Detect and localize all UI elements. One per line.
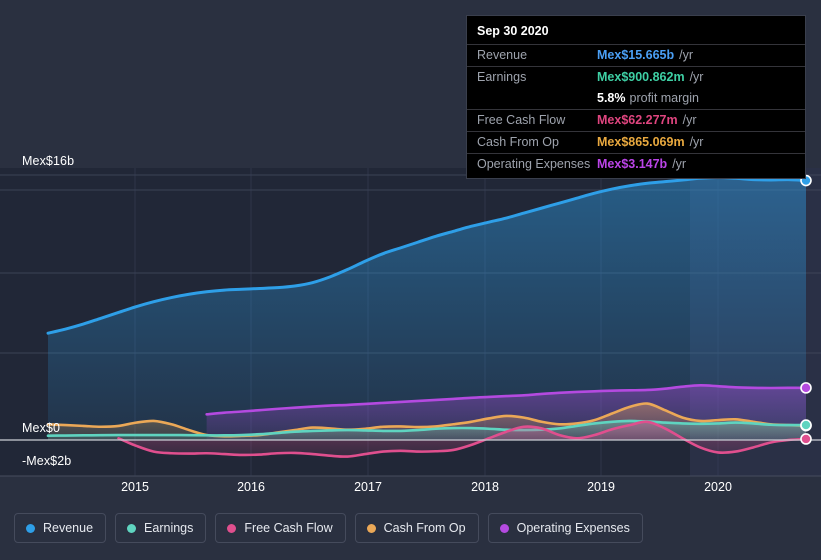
tooltip-row: Revenue Mex$15.665b/yr [467, 44, 805, 66]
x-axis-tick-2020: 2020 [704, 480, 732, 494]
tooltip-row-value: Mex$62.277m [597, 113, 678, 127]
tooltip-row-label: Free Cash Flow [477, 113, 566, 127]
tooltip-row-unit: /yr [689, 70, 704, 84]
x-axis-tick-2017: 2017 [354, 480, 382, 494]
tooltip-date: Sep 30 2020 [477, 24, 549, 38]
financial-chart: Mex$16b Mex$0 -Mex$2b 2015 2016 2017 2018 20… [0, 0, 821, 560]
legend-dot-icon [227, 523, 237, 533]
x-axis-tick-2018: 2018 [471, 480, 499, 494]
tooltip-row: Cash From Op Mex$865.069m/yr [467, 131, 805, 153]
legend-item-label: Free Cash Flow [244, 521, 333, 535]
legend-item-label: Operating Expenses [516, 521, 630, 535]
legend-dot-icon [127, 523, 137, 533]
tooltip-row-value: Mex$900.862m [597, 70, 685, 84]
endpoint-marker-earnings[interactable] [800, 419, 812, 431]
legend-item-label: Cash From Op [383, 521, 466, 535]
endpoint-marker-free-cash-flow[interactable] [800, 433, 812, 445]
legend-item-earnings[interactable]: Earnings [115, 513, 207, 543]
tooltip-rows: Revenue Mex$15.665b/yr Earnings Mex$900.862… [467, 44, 805, 175]
tooltip-row-value: 5.8% [597, 91, 626, 105]
tooltip-row: 5.8% profit margin [467, 88, 805, 109]
legend-item-free-cash-flow[interactable]: Free Cash Flow [215, 513, 346, 543]
tooltip-row-label: Earnings [477, 70, 527, 84]
endpoint-marker-operating-expenses[interactable] [800, 382, 812, 394]
chart-legend[interactable]: Revenue Earnings Free Cash Flow Cash From O… [14, 513, 643, 543]
legend-dot-icon [366, 523, 376, 533]
y-axis-label-top: Mex$16b [22, 154, 75, 168]
tooltip-row-unit: /yr [682, 113, 697, 127]
x-axis-tick-2019: 2019 [587, 480, 615, 494]
tooltip-row: Earnings Mex$900.862m/yr [467, 66, 805, 88]
tooltip-row-label: Cash From Op [477, 135, 559, 149]
y-axis-label-zero: Mex$0 [22, 421, 61, 435]
x-axis-tick-2015: 2015 [121, 480, 149, 494]
legend-dot-icon [26, 523, 35, 533]
legend-dot-icon [499, 523, 509, 533]
tooltip-row-unit: /yr [689, 135, 704, 149]
y-axis-label-bottom: -Mex$2b [22, 454, 72, 468]
tooltip-row-label: Operating Expenses [477, 157, 591, 171]
legend-item-label: Earnings [144, 521, 194, 535]
data-tooltip: Sep 30 2020 Revenue Mex$15.665b/yr Earning… [466, 15, 806, 179]
legend-item-operating-expenses[interactable]: Operating Expenses [487, 513, 643, 543]
tooltip-row: Operating Expenses Mex$3.147b/yr [467, 153, 805, 175]
tooltip-row-unit: /yr [672, 157, 687, 171]
tooltip-row-label: Revenue [477, 48, 528, 62]
legend-item-label: Revenue [43, 521, 94, 535]
legend-item-cash-from-op[interactable]: Cash From Op [354, 513, 479, 543]
tooltip-row-value: Mex$3.147b [597, 157, 668, 171]
tooltip-row-subtext: profit margin [629, 91, 699, 105]
x-axis-tick-2016: 2016 [237, 480, 265, 494]
legend-item-revenue[interactable]: Revenue [14, 513, 107, 543]
tooltip-row-value: Mex$15.665b [597, 48, 675, 62]
tooltip-row: Free Cash Flow Mex$62.277m/yr [467, 109, 805, 131]
tooltip-row-value: Mex$865.069m [597, 135, 685, 149]
tooltip-row-unit: /yr [679, 48, 694, 62]
